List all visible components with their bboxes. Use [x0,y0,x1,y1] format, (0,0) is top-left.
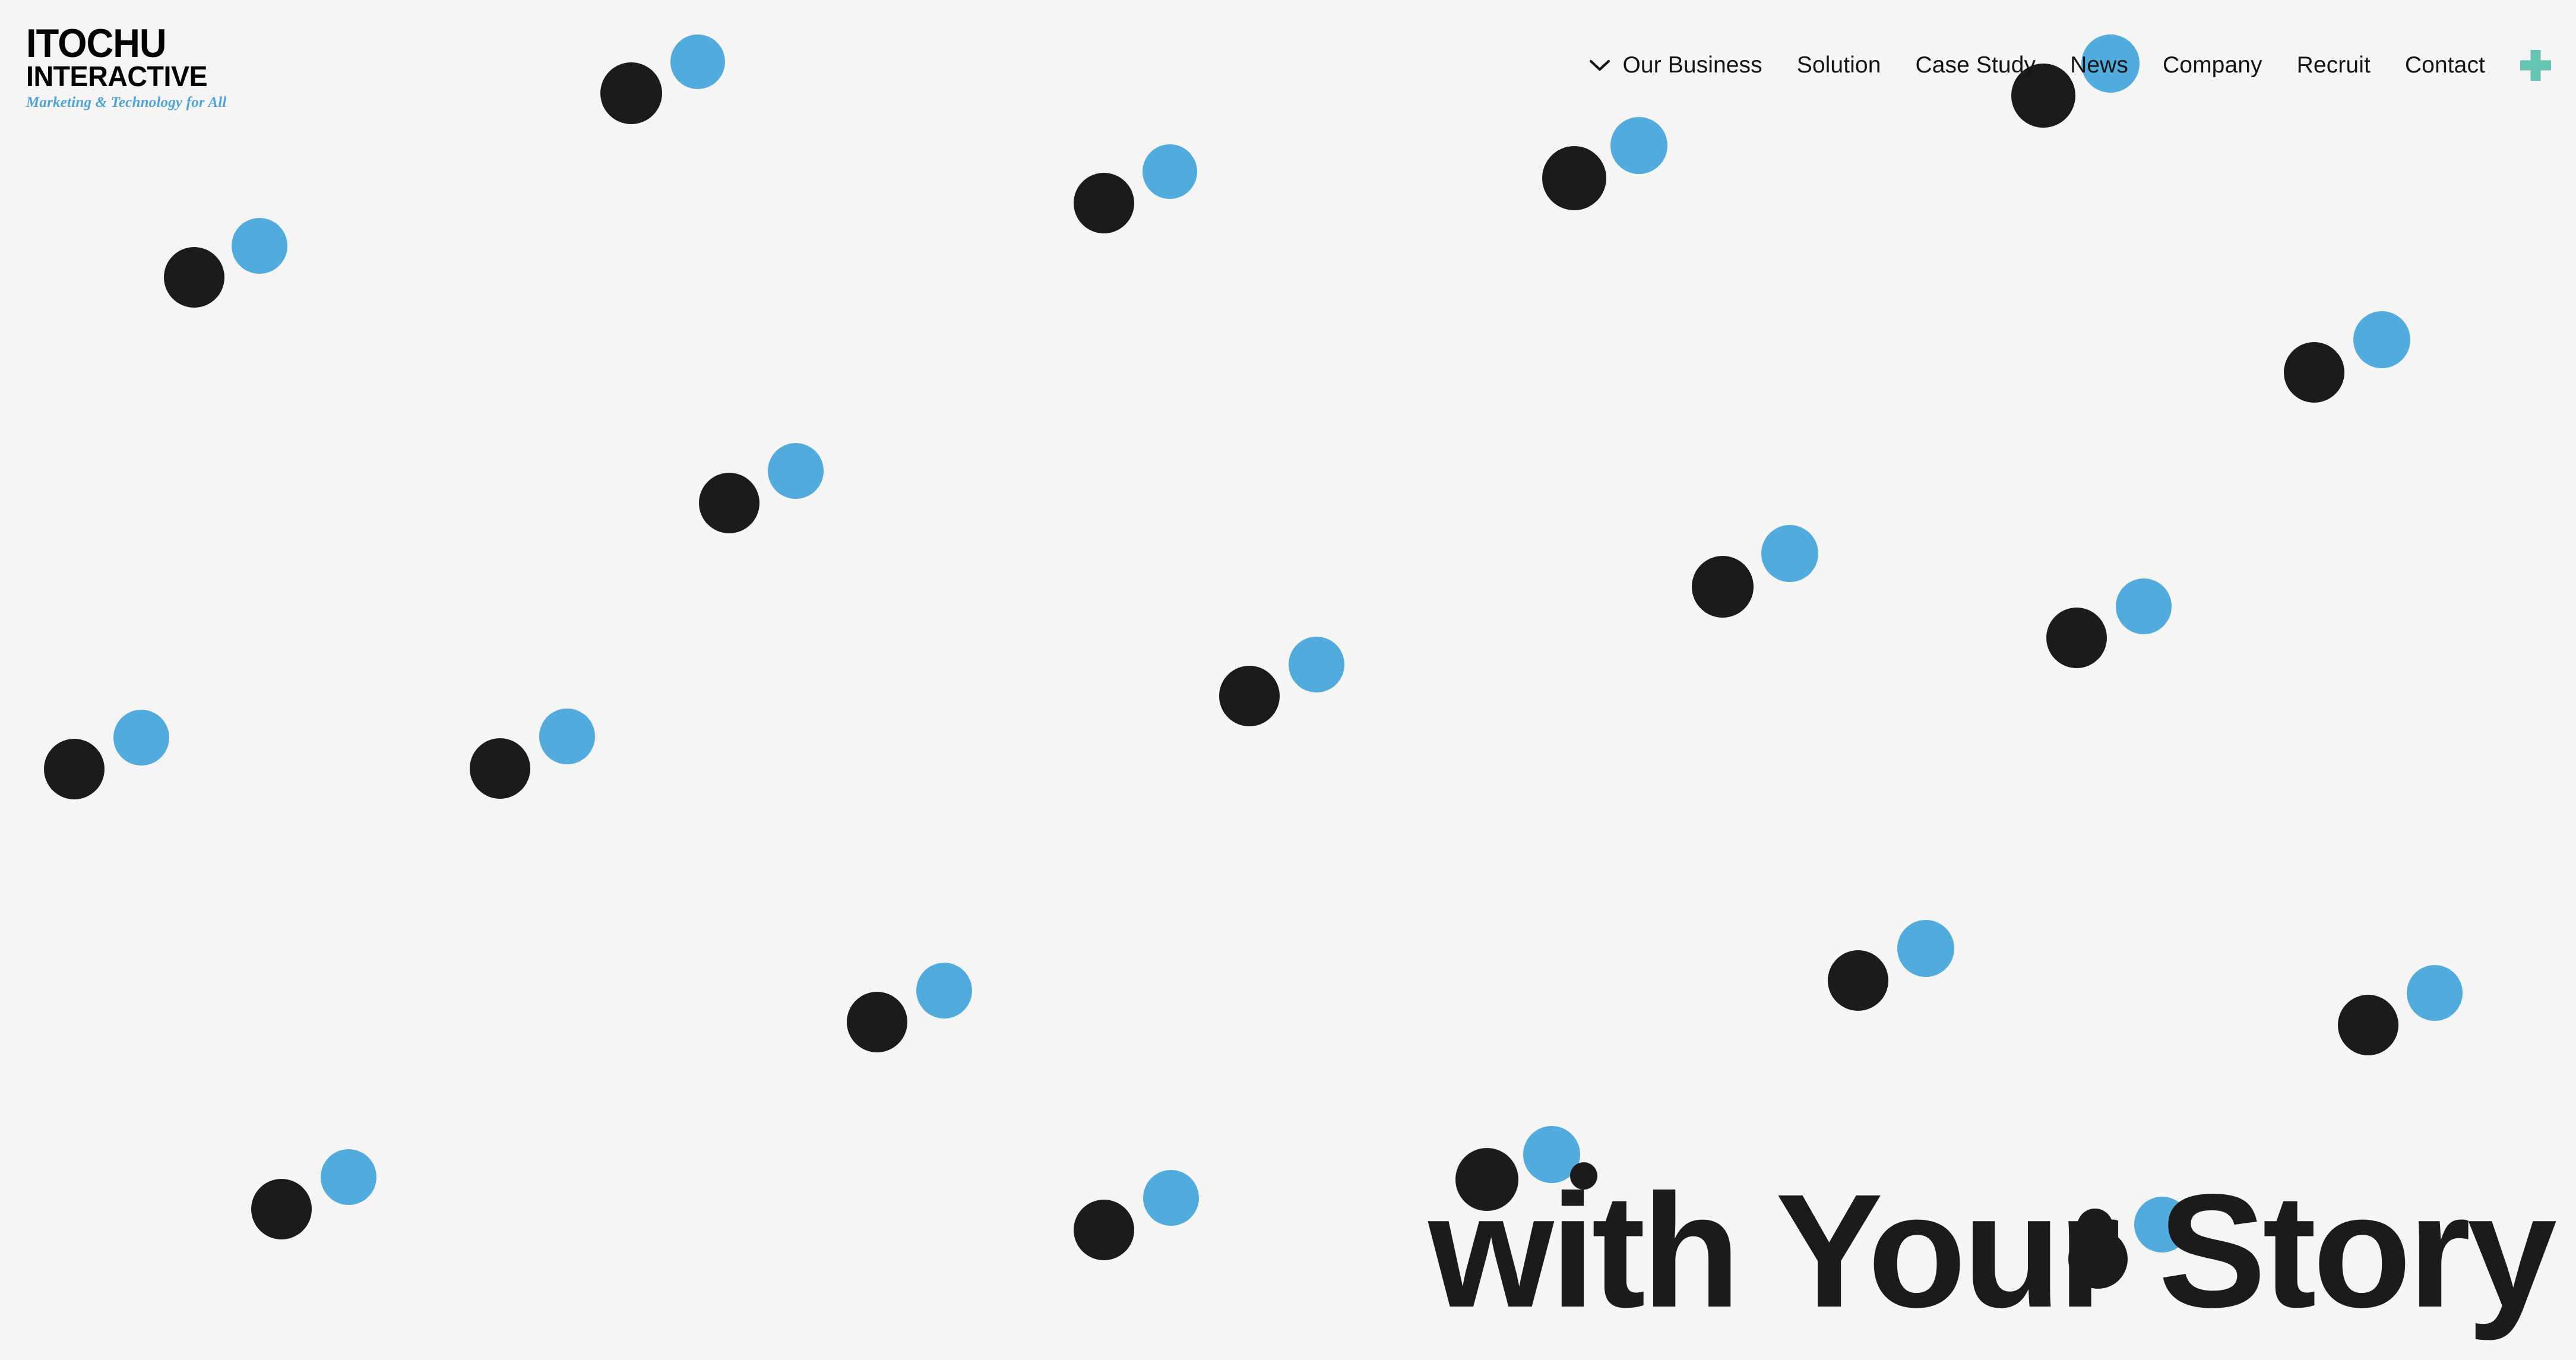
nav-label-our-business: Our Business [1622,52,1762,78]
decorative-dot-dark [1455,1148,1518,1211]
decorative-dot-field [0,0,2576,1360]
decorative-dot-dark [2068,1229,2128,1289]
logo-tagline: Marketing & Technology for All [26,94,227,111]
nav-item-contact[interactable]: Contact [2388,52,2502,78]
decorative-dot-dark [1828,950,1888,1011]
chevron-down-icon [1589,59,1610,72]
nav-label-news: News [2070,52,2129,78]
decorative-dot-dark [2284,342,2344,403]
decorative-dot-dark [1074,1200,1134,1260]
decorative-dot-dark [847,992,907,1052]
nav-label-case-study: Case Study [1915,52,2036,78]
site-logo[interactable]: ITOCHU INTERACTIVE Marketing & Technolog… [26,21,227,111]
decorative-dot-dark [1074,173,1134,233]
decorative-dot-dark [251,1179,312,1239]
decorative-dot-dark [1692,556,1754,618]
decorative-dot-blue [1143,1170,1199,1226]
nav-item-news[interactable]: News [2053,52,2145,78]
decorative-dot-blue [2134,1197,2190,1253]
decorative-dot-blue [113,710,169,766]
decorative-dot-dark [2077,1209,2113,1244]
nav-label-solution: Solution [1796,52,1881,78]
hero-headline: with Your Story [1428,1160,2557,1341]
decorative-dot-dark [1542,146,1606,210]
decorative-dot-blue [232,218,287,274]
decorative-dot-dark [164,247,224,308]
decorative-dot-blue [1289,637,1344,692]
decorative-dot-dark [44,739,105,799]
decorative-dot-blue [768,443,824,499]
decorative-dot-dark [1570,1162,1597,1190]
decorative-dot-dark [1219,666,1280,726]
decorative-dot-blue [1897,920,1954,977]
decorative-dot-dark [470,738,530,799]
nav-label-recruit: Recruit [2296,52,2371,78]
nav-item-company[interactable]: Company [2145,52,2280,78]
main-navigation: Our Business Solution Case Study News Co… [1586,50,2551,81]
decorative-dot-blue [539,709,595,764]
nav-item-solution[interactable]: Solution [1780,52,1898,78]
nav-item-recruit[interactable]: Recruit [2280,52,2388,78]
decorative-dot-blue [2353,311,2410,368]
decorative-dot-dark [2338,995,2398,1055]
decorative-dot-field-front [0,0,2576,1360]
decorative-dot-blue [1143,144,1197,199]
decorative-dot-dark [2046,608,2107,668]
logo-text-interactive: INTERACTIVE [26,61,208,93]
homepage-hero: ITOCHU INTERACTIVE Marketing & Technolog… [0,0,2576,1360]
decorative-dot-blue [1523,1126,1580,1183]
decorative-dot-blue [321,1149,376,1205]
decorative-dot-blue [2407,965,2463,1021]
nav-label-company: Company [2163,52,2262,78]
nav-item-case-study[interactable]: Case Study [1898,52,2053,78]
decorative-dot-blue [916,963,972,1019]
nav-item-our-business[interactable]: Our Business [1586,52,1779,78]
decorative-dot-dark [699,473,759,533]
decorative-dot-blue [2116,578,2172,634]
nav-label-contact: Contact [2404,52,2485,78]
site-header: ITOCHU INTERACTIVE Marketing & Technolog… [0,0,2576,137]
decorative-dot-blue [1761,525,1818,582]
hero-section: with Your Story [0,1027,2576,1360]
logo-text-itochu: ITOCHU [26,21,167,66]
plus-icon[interactable] [2520,50,2551,81]
